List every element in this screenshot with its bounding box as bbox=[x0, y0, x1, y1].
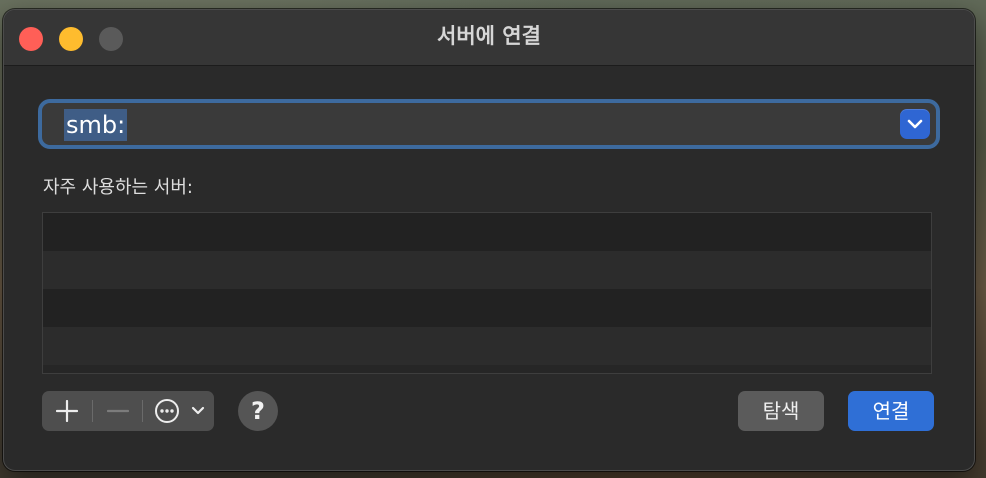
connect-to-server-window: 서버에 연결 smb: 자주 사용하는 서버: ? 탐색 연결 bbox=[3, 9, 975, 471]
help-button[interactable]: ? bbox=[238, 391, 278, 431]
list-item[interactable] bbox=[43, 289, 931, 327]
chevron-down-icon bbox=[907, 119, 923, 129]
favorite-servers-label: 자주 사용하는 서버: bbox=[43, 177, 193, 198]
browse-button[interactable]: 탐색 bbox=[738, 391, 824, 431]
list-edit-controls bbox=[42, 391, 214, 431]
minus-icon bbox=[107, 409, 129, 413]
list-item[interactable] bbox=[43, 251, 931, 289]
list-item[interactable] bbox=[43, 327, 931, 365]
add-server-button[interactable] bbox=[42, 391, 92, 431]
favorite-servers-list[interactable] bbox=[42, 212, 932, 374]
list-item[interactable] bbox=[43, 213, 931, 251]
connect-button[interactable]: 연결 bbox=[848, 391, 934, 431]
chevron-down-icon bbox=[191, 406, 205, 415]
server-address-field[interactable]: smb: bbox=[38, 99, 940, 149]
recent-servers-dropdown-button[interactable] bbox=[900, 109, 930, 139]
ellipsis-circle-icon bbox=[155, 399, 179, 423]
more-actions-button[interactable] bbox=[143, 391, 214, 431]
remove-server-button[interactable] bbox=[93, 391, 142, 431]
title-bar: 서버에 연결 bbox=[4, 10, 974, 66]
plus-icon bbox=[56, 400, 78, 422]
server-address-value[interactable]: smb: bbox=[64, 109, 128, 141]
window-title: 서버에 연결 bbox=[437, 24, 541, 48]
